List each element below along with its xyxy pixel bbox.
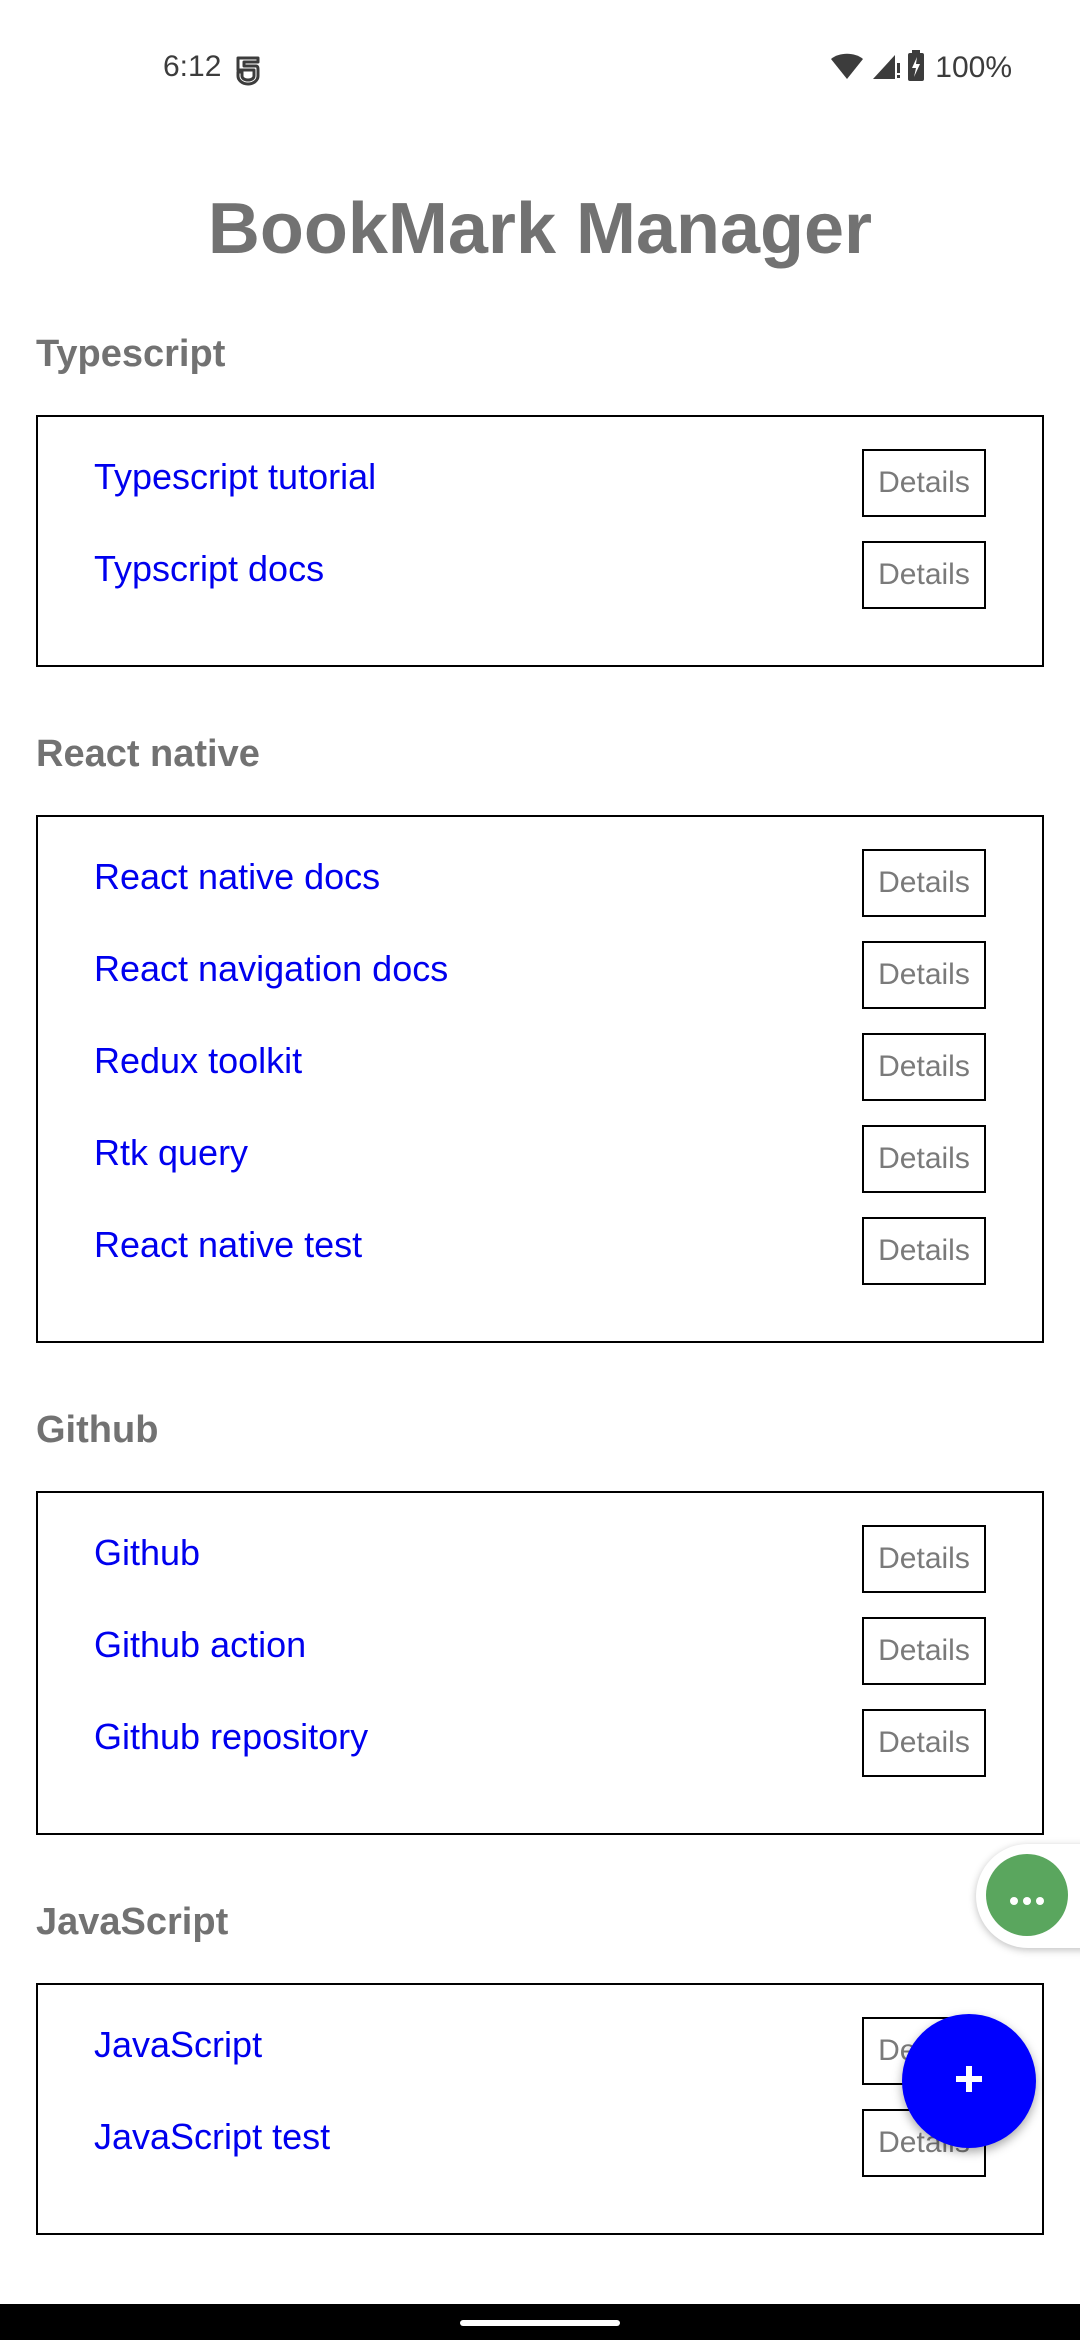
notification-icon <box>234 54 262 86</box>
battery-charging-icon <box>907 49 925 87</box>
home-gesture-handle[interactable] <box>460 2320 620 2326</box>
details-button[interactable]: Details <box>862 1617 986 1685</box>
add-bookmark-button[interactable] <box>902 2014 1036 2148</box>
signal-icon <box>871 51 901 86</box>
details-button[interactable]: Details <box>862 1217 986 1285</box>
category-react-native: React native React native docs Details R… <box>36 722 1044 1343</box>
category-javascript: JavaScript JavaScript Details JavaScript… <box>36 1890 1044 2235</box>
details-button[interactable]: Details <box>862 541 986 609</box>
bookmark-list: Github Details Github action Details Git… <box>36 1491 1044 1835</box>
bookmark-row: JavaScript Details <box>38 2017 1042 2109</box>
wifi-icon <box>829 51 865 86</box>
category-typescript: Typescript Typescript tutorial Details T… <box>36 322 1044 667</box>
bookmark-row: Github repository Details <box>38 1709 1042 1801</box>
bookmark-link[interactable]: Redux toolkit <box>94 1033 302 1089</box>
bookmark-link[interactable]: Typescript tutorial <box>94 449 376 505</box>
bookmark-link[interactable]: JavaScript <box>94 2017 262 2073</box>
page-title: BookMark Manager <box>207 189 873 269</box>
bookmark-row: Github Details <box>38 1525 1042 1617</box>
details-button[interactable]: Details <box>862 1709 986 1777</box>
navigation-bar <box>0 2304 1080 2340</box>
bookmark-row: React native docs Details <box>38 849 1042 941</box>
bookmark-link[interactable]: React native test <box>94 1217 362 1273</box>
category-github: Github Github Details Github action Deta… <box>36 1398 1044 1835</box>
category-title: Typescript <box>36 333 226 375</box>
details-button[interactable]: Details <box>862 1033 986 1101</box>
details-button[interactable]: Details <box>862 849 986 917</box>
bookmark-row: Rtk query Details <box>38 1125 1042 1217</box>
category-title: React native <box>36 733 260 775</box>
bookmark-link[interactable]: Rtk query <box>94 1125 248 1181</box>
details-button[interactable]: Details <box>862 449 986 517</box>
bookmark-row: React native test Details <box>38 1217 1042 1309</box>
bookmark-link[interactable]: Github <box>94 1525 200 1581</box>
bookmark-row: React navigation docs Details <box>38 941 1042 1033</box>
bookmark-link[interactable]: JavaScript test <box>94 2109 330 2165</box>
bookmark-row: Redux toolkit Details <box>38 1033 1042 1125</box>
bookmark-link[interactable]: Typscript docs <box>94 541 324 597</box>
bookmark-row: Typescript tutorial Details <box>38 449 1042 541</box>
status-time: 6:12 <box>163 50 222 83</box>
bookmark-row: Github action Details <box>38 1617 1042 1709</box>
more-options-bubble[interactable] <box>986 1854 1068 1936</box>
status-bar: 6:12 100% <box>0 0 1080 140</box>
category-title: Github <box>36 1409 159 1451</box>
category-title: JavaScript <box>36 1901 229 1943</box>
details-button[interactable]: Details <box>862 1525 986 1593</box>
bookmark-link[interactable]: Github action <box>94 1617 306 1673</box>
bookmark-list: JavaScript Details JavaScript test Detai… <box>36 1983 1044 2235</box>
details-button[interactable]: Details <box>862 1125 986 1193</box>
bookmark-row: Typscript docs Details <box>38 541 1042 633</box>
more-horizontal-icon <box>1009 1878 1045 1912</box>
plus-icon <box>954 2064 984 2099</box>
bookmark-list: React native docs Details React navigati… <box>36 815 1044 1343</box>
bookmark-link[interactable]: React native docs <box>94 849 380 905</box>
battery-percentage: 100% <box>935 51 1012 84</box>
bookmark-list: Typescript tutorial Details Typscript do… <box>36 415 1044 667</box>
bookmark-link[interactable]: React navigation docs <box>94 941 448 997</box>
bookmark-link[interactable]: Github repository <box>94 1709 368 1765</box>
bookmark-row: JavaScript test Details <box>38 2109 1042 2201</box>
status-icons: 100% <box>829 48 1012 88</box>
details-button[interactable]: Details <box>862 941 986 1009</box>
